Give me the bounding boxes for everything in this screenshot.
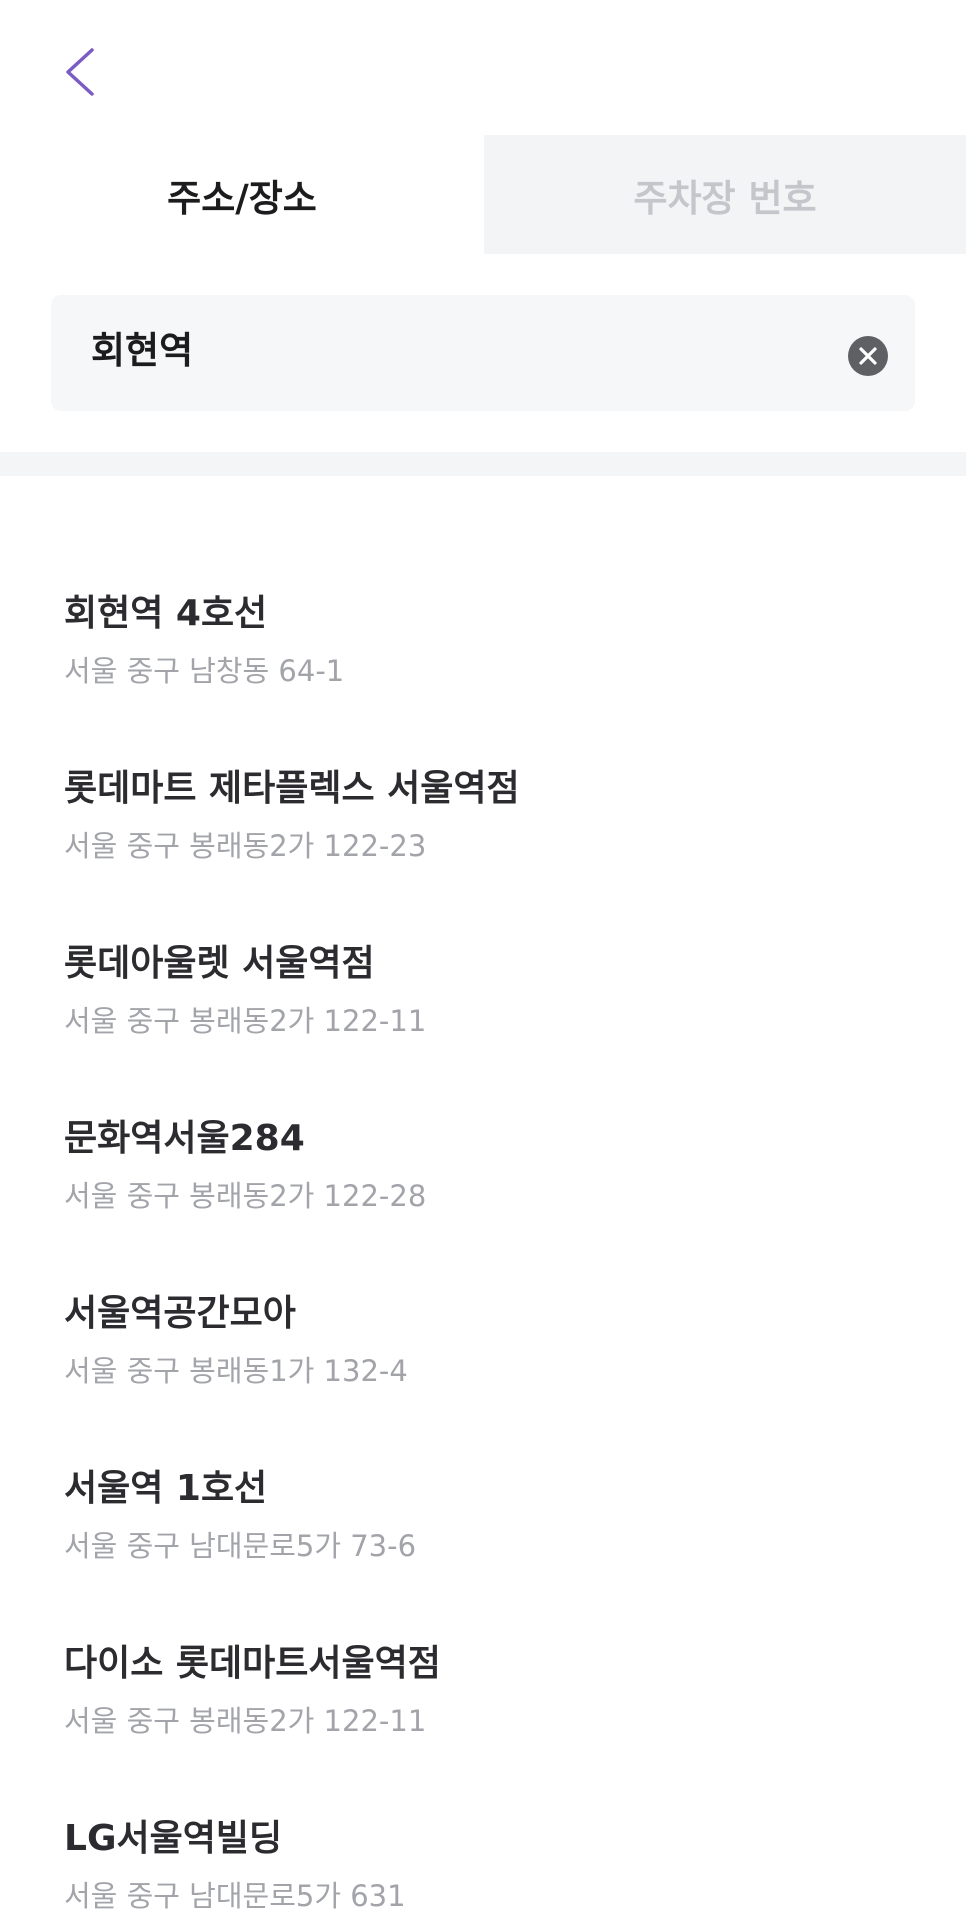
search-results-list: 회현역 4호선 서울 중구 남창동 64-1 롯데마트 제타플렉스 서울역점 서… bbox=[0, 476, 966, 1913]
chevron-left-icon bbox=[66, 48, 94, 96]
tab-address-place[interactable]: 주소/장소 bbox=[0, 135, 484, 254]
list-item[interactable]: LG서울역빌딩 서울 중구 남대문로5가 631 bbox=[0, 1809, 966, 1913]
result-address: 서울 중구 남창동 64-1 bbox=[64, 654, 345, 688]
clear-search-button[interactable] bbox=[848, 336, 888, 376]
list-item[interactable]: 롯데마트 제타플렉스 서울역점 서울 중구 봉래동2가 122-23 bbox=[0, 759, 966, 934]
result-name: 롯데마트 제타플렉스 서울역점 bbox=[64, 768, 520, 809]
search-type-tabs: 주소/장소 주차장 번호 bbox=[0, 135, 966, 254]
clear-circle-icon bbox=[859, 347, 877, 365]
list-item[interactable]: 롯데아울렛 서울역점 서울 중구 봉래동2가 122-11 bbox=[0, 934, 966, 1109]
list-item[interactable]: 서울역 1호선 서울 중구 남대문로5가 73-6 bbox=[0, 1459, 966, 1634]
back-button[interactable] bbox=[52, 36, 112, 108]
result-name: 문화역서울284 bbox=[64, 1118, 305, 1159]
result-name: 롯데아울렛 서울역점 bbox=[64, 943, 375, 984]
top-bar bbox=[0, 0, 966, 135]
result-address: 서울 중구 봉래동1가 132-4 bbox=[64, 1354, 408, 1388]
result-name: 회현역 4호선 bbox=[64, 593, 268, 634]
result-name: 다이소 롯데마트서울역점 bbox=[64, 1643, 441, 1684]
list-item[interactable]: 문화역서울284 서울 중구 봉래동2가 122-28 bbox=[0, 1109, 966, 1284]
result-address: 서울 중구 봉래동2가 122-11 bbox=[64, 1004, 427, 1038]
list-item[interactable]: 다이소 롯데마트서울역점 서울 중구 봉래동2가 122-11 bbox=[0, 1634, 966, 1809]
result-name: LG서울역빌딩 bbox=[64, 1818, 283, 1859]
list-item[interactable]: 서울역공간모아 서울 중구 봉래동1가 132-4 bbox=[0, 1284, 966, 1459]
result-address: 서울 중구 남대문로5가 631 bbox=[64, 1879, 406, 1913]
list-item[interactable]: 회현역 4호선 서울 중구 남창동 64-1 bbox=[0, 584, 966, 759]
result-address: 서울 중구 봉래동2가 122-23 bbox=[64, 829, 427, 863]
search-input[interactable] bbox=[91, 295, 831, 399]
result-address: 서울 중구 봉래동2가 122-11 bbox=[64, 1704, 427, 1738]
result-name: 서울역 1호선 bbox=[64, 1468, 268, 1509]
search-box bbox=[51, 295, 915, 411]
section-divider bbox=[0, 452, 966, 476]
result-name: 서울역공간모아 bbox=[64, 1293, 296, 1334]
result-address: 서울 중구 남대문로5가 73-6 bbox=[64, 1529, 417, 1563]
tab-parking-lot-number[interactable]: 주차장 번호 bbox=[484, 135, 966, 254]
result-address: 서울 중구 봉래동2가 122-28 bbox=[64, 1179, 427, 1213]
